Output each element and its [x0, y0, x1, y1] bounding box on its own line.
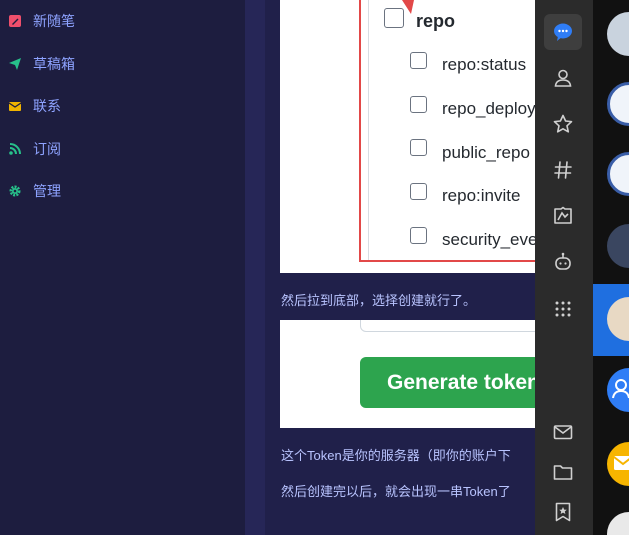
avatar[interactable]	[607, 368, 629, 412]
bot-icon	[555, 252, 571, 270]
scope-checkbox[interactable]	[410, 183, 427, 200]
sidebar-item-label: 联系	[33, 98, 61, 114]
avatar[interactable]	[607, 512, 629, 535]
scope-checkbox[interactable]	[410, 227, 427, 244]
favorites-icon	[553, 114, 573, 133]
chat-list	[593, 0, 629, 535]
sidebar-item-manage[interactable]: 管理	[8, 179, 61, 203]
sidebar-item-drafts[interactable]: 草稿箱	[8, 52, 75, 76]
app-rail	[535, 0, 593, 535]
generate-token-button[interactable]: Generate token	[360, 357, 560, 408]
rail-chat[interactable]	[544, 14, 582, 50]
scope-checkbox[interactable]	[410, 139, 427, 156]
scope-checkbox[interactable]	[410, 96, 427, 113]
rail-mail[interactable]	[544, 414, 582, 450]
scope-label: repo:invite	[442, 186, 521, 205]
sidebar-item-new-post[interactable]: 新随笔	[8, 9, 75, 33]
sidebar-item-label: 订阅	[33, 141, 61, 157]
avatar[interactable]	[607, 12, 629, 56]
scope-checkbox[interactable]	[410, 52, 427, 69]
content-gutter	[245, 0, 265, 535]
chat-bubble-icon	[554, 23, 572, 41]
moments-icon	[554, 206, 572, 224]
mail-icon	[613, 456, 629, 470]
mail-icon	[553, 425, 573, 440]
avatar[interactable]	[607, 442, 629, 486]
rail-contacts[interactable]	[544, 60, 582, 96]
mail-icon	[8, 99, 22, 113]
caption-after-create: 然后创建完以后，就会出现一串Token了	[281, 484, 511, 499]
rail-apps[interactable]	[544, 291, 582, 327]
blog-sidebar: 新随笔 草稿箱 联系 订阅 管理	[0, 0, 245, 535]
bookmark-icon	[555, 502, 571, 522]
caption-scroll: 然后拉到底部，选择创建就行了。	[281, 293, 477, 308]
caption-token: 这个Token是你的服务器（即你的账户下	[281, 448, 511, 463]
edit-icon	[8, 14, 22, 28]
contacts-icon	[554, 69, 572, 87]
rail-bot[interactable]	[544, 244, 582, 280]
avatar[interactable]	[607, 82, 629, 126]
scope-label: repo:status	[442, 55, 527, 74]
rss-icon	[8, 142, 22, 156]
repo-checkbox[interactable]	[384, 8, 404, 28]
sidebar-item-contact[interactable]: 联系	[8, 94, 61, 118]
rail-moments[interactable]	[544, 198, 582, 234]
rail-favorites[interactable]	[544, 106, 582, 142]
sidebar-item-label: 新随笔	[33, 13, 75, 29]
scope-label: public_repo	[442, 143, 530, 162]
sidebar-item-label: 管理	[33, 183, 61, 199]
scope-parent-label: repo	[416, 11, 456, 31]
folder-icon	[553, 465, 573, 480]
sidebar-item-subscribe[interactable]: 订阅	[8, 137, 61, 161]
apps-icon	[555, 301, 571, 317]
avatar[interactable]	[607, 224, 629, 268]
avatar[interactable]	[607, 152, 629, 196]
input-edge	[360, 320, 560, 332]
channels-icon	[554, 161, 572, 179]
rail-channels[interactable]	[544, 152, 582, 188]
send-icon	[8, 57, 22, 71]
rail-bookmarks[interactable]	[544, 494, 582, 530]
rail-files[interactable]	[544, 454, 582, 490]
sidebar-item-label: 草稿箱	[33, 56, 75, 72]
contacts-icon	[612, 379, 629, 399]
gear-icon	[8, 184, 22, 198]
highlight-box	[359, 0, 559, 262]
